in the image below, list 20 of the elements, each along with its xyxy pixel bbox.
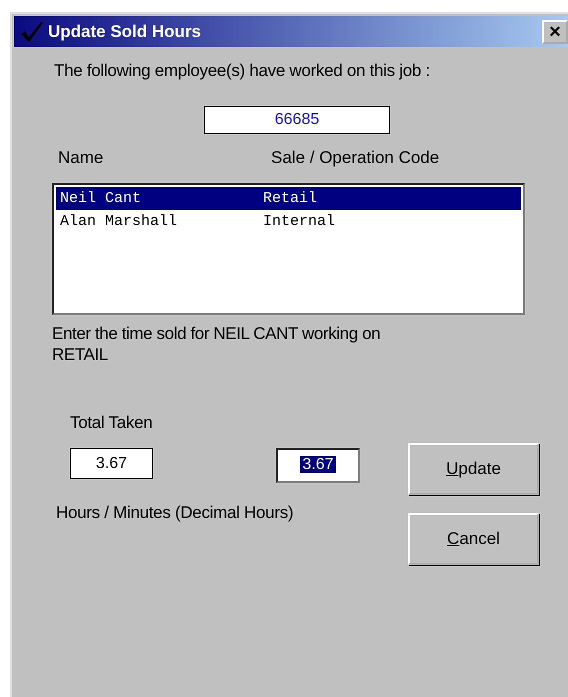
operation-code: Retail bbox=[263, 189, 318, 209]
cancel-button[interactable]: Cancel bbox=[408, 513, 539, 565]
job-number-field: 66685 bbox=[204, 106, 390, 134]
list-row[interactable]: Alan Marshall Internal bbox=[56, 210, 521, 233]
units-label: Hours / Minutes (Decimal Hours) bbox=[56, 503, 294, 523]
window-title: Update Sold Hours bbox=[48, 22, 202, 42]
update-button[interactable]: Update bbox=[408, 443, 539, 495]
checkmark-icon bbox=[20, 20, 44, 42]
column-header: Sale / Operation Code bbox=[271, 148, 440, 169]
employee-name: Alan Marshall bbox=[60, 212, 178, 232]
total-taken-field[interactable]: 3.67 bbox=[70, 448, 153, 479]
column-header: Name bbox=[58, 148, 104, 169]
prompt-text: Enter the time sold for NEIL CANT working on RETAIL bbox=[52, 323, 382, 365]
time-sold-field[interactable]: 3.67 bbox=[276, 448, 360, 483]
close-button[interactable]: × bbox=[542, 20, 568, 44]
intro-text: The following employee(s) have worked on this job : bbox=[54, 61, 431, 81]
operation-code: Internal bbox=[263, 212, 336, 232]
list-row[interactable]: Neil Cant Retail bbox=[56, 187, 521, 210]
total-taken-label: Total Taken bbox=[70, 413, 154, 433]
employee-name: Neil Cant bbox=[60, 189, 142, 209]
